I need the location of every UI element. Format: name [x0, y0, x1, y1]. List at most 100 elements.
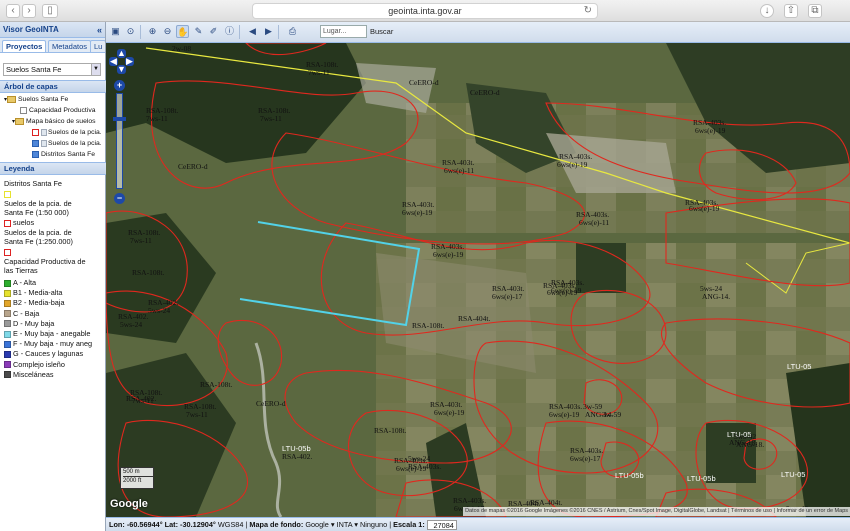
scale-bar-imperial: 2000 ft [123, 476, 153, 485]
zoom-control: ▲ ◀ ▶ ▼ [109, 49, 134, 74]
legend-swatch [4, 320, 11, 328]
layer-icon [41, 139, 47, 147]
tab-proyectos[interactable]: Proyectos [2, 40, 47, 52]
legend-swatch [4, 350, 11, 358]
pan-hand-icon[interactable]: ✋ [176, 25, 189, 38]
checkbox-checked[interactable] [32, 139, 39, 147]
soil-unit-label: RSA-108t. [412, 321, 445, 330]
zoom-slider[interactable] [116, 93, 123, 189]
legend-class-label: C - Baja [13, 308, 40, 318]
checkbox[interactable] [20, 106, 27, 114]
pan-control[interactable]: ▲ ◀ ▶ ▼ [109, 49, 134, 74]
previous-extent-icon[interactable]: ◀ [246, 25, 259, 38]
basemap-google-option[interactable]: Google [305, 520, 329, 529]
tree-item-suelos-pcia-1[interactable]: Suelos de la pcia. [32, 128, 102, 137]
soil-unit-label: 7ws-11 [130, 236, 152, 245]
next-extent-icon[interactable]: ▶ [262, 25, 275, 38]
soil-unit-label: 6ws(e)-19 [695, 126, 726, 135]
status-lat: Lat: -30.12904° [164, 520, 216, 529]
scale-bar-metric: 500 m [123, 469, 140, 475]
legend-class-label: Misceláneas [13, 369, 54, 379]
soil-unit-label: CeERO-d [256, 399, 286, 408]
legend-class-label: D - Muy baja [13, 318, 55, 328]
legend-class-item: C - Baja [4, 309, 39, 318]
basemap-none-option[interactable]: Ninguno [360, 520, 387, 529]
basemap-inta-option[interactable]: INTA [337, 520, 353, 529]
zoom-plus-icon[interactable]: + [114, 80, 125, 91]
pan-right-icon[interactable]: ▶ [125, 57, 134, 66]
tree-item-distritos[interactable]: Distritos Santa Fe [32, 150, 95, 159]
soil-unit-label: 6ws(e)-19 [689, 204, 720, 213]
map-view[interactable]: ▲ ◀ ▶ ▼ + − 2w-08 RSA-108t. 7ws-11 CeERO-d C… [106, 43, 850, 517]
soil-unit-label: RSA-108t. [200, 380, 233, 389]
tab-metadatos[interactable]: Metadatos [48, 40, 92, 52]
info-icon[interactable]: ⓘ [223, 25, 236, 38]
zoom-out-icon[interactable]: ⊖ [161, 25, 174, 38]
map-attribution[interactable]: Datos de mapas ©2016 Google Imágenes ©20… [463, 507, 850, 516]
tab-lu[interactable]: Lu [90, 40, 105, 52]
pan-down-icon[interactable]: ▼ [117, 65, 126, 74]
legend-swatch [4, 310, 11, 318]
download-icon[interactable]: ↓ [760, 4, 774, 18]
checkbox[interactable] [32, 128, 39, 136]
project-select[interactable]: Suelos Santa Fe ▼ [3, 63, 101, 76]
search-button[interactable]: Buscar [370, 27, 393, 36]
soil-unit-label: 6ws(e)-19 [433, 250, 464, 259]
layers-icon[interactable]: ▣ [109, 25, 122, 38]
zoom-minus-icon[interactable]: − [114, 193, 125, 204]
legend-class-item: B2 - Media-baja [4, 298, 65, 307]
legend-swatch-distritos [4, 189, 13, 198]
forward-icon[interactable]: › [22, 4, 36, 18]
soil-unit-label: RSA-108t. [374, 426, 407, 435]
soil-unit-label: LTU-05 [787, 362, 812, 371]
legend-swatch-1-250000 [4, 247, 13, 256]
legend-class-label: A - Alta [13, 278, 37, 287]
status-bar: Lon: -60.56944° Lat: -30.12904° WGS84 | … [106, 517, 850, 531]
browser-toolbar: ‹ › ▯ geointa.inta.gov.ar ↻ ↓ ⇧ ⧉ [0, 0, 850, 22]
back-icon[interactable]: ‹ [6, 4, 20, 18]
tree-item-label: Suelos de la pcia. [48, 140, 102, 147]
scale-input[interactable]: 27084 [426, 520, 457, 531]
tree-item-suelos-pcia-2[interactable]: Suelos de la pcia. [32, 139, 102, 148]
zoom-in-icon[interactable]: ⊕ [146, 25, 159, 38]
tree-item-capacidad-productiva[interactable]: Capacidad Productiva [20, 106, 96, 115]
soil-unit-label: 5ws-24 [120, 320, 143, 329]
collapse-icon[interactable]: « [97, 22, 102, 38]
soil-unit-label: 7ws-11 [146, 114, 168, 123]
soil-unit-label: CeERO-d [178, 162, 208, 171]
reload-icon[interactable]: ↻ [584, 4, 592, 18]
legend-group-1-250000-l1: Suelos de la pcia. de [4, 228, 72, 237]
pan-up-icon[interactable]: ▲ [117, 49, 126, 58]
tree-item-mapa-basico[interactable]: ▾ Mapa básico de suelos [12, 117, 96, 127]
google-logo: Google [110, 498, 148, 510]
chevron-down-icon[interactable]: ▼ [91, 64, 100, 75]
tree-item-suelos-santa-fe[interactable]: ▾ Suelos Santa Fe [4, 95, 68, 105]
tabs-overview-icon[interactable]: ⧉ [808, 4, 822, 18]
measure-icon[interactable]: ✎ [192, 25, 205, 38]
share-icon[interactable]: ⇧ [784, 4, 798, 18]
soil-unit-label: LTU-05b [687, 474, 716, 483]
legend-class-label: B1 - Media-alta [13, 288, 63, 298]
legend-class-item: G - Cauces y lagunas [4, 349, 83, 358]
panel-title: Visor GeoINTA « [0, 22, 105, 38]
url-bar[interactable]: geointa.inta.gov.ar ↻ [252, 3, 598, 19]
print-icon[interactable]: ⎙ [286, 25, 299, 38]
soil-unit-label: 6ws(e)-19 [557, 160, 588, 169]
legend-swatch [4, 340, 11, 348]
sidebar-toggle-icon[interactable]: ▯ [42, 4, 58, 18]
tree-item-label: Suelos de la pcia. [48, 129, 102, 136]
soil-unit-label: 7ws-11 [308, 68, 330, 77]
soil-unit-label: CeERO-d [409, 78, 439, 87]
status-lon: Lon: -60.56944° [109, 520, 163, 529]
legend-header: Leyenda [0, 162, 106, 175]
soil-unit-label: CeERO-d [470, 88, 500, 97]
place-search-input[interactable]: Lugar... [320, 25, 367, 38]
legend-group-capacidad-l1: Capacidad Productiva de [4, 257, 86, 266]
zoom-slider-thumb[interactable] [113, 117, 126, 121]
legend-class-label: G - Cauces y lagunas [13, 349, 84, 359]
checkbox-checked[interactable] [32, 150, 39, 158]
draw-icon[interactable]: ✐ [207, 25, 220, 38]
panel-tabs: Proyectos Metadatos Lu [0, 38, 105, 53]
zoom-extent-icon[interactable]: ⊙ [124, 25, 137, 38]
soil-unit-label: LTU-05b [615, 471, 644, 480]
